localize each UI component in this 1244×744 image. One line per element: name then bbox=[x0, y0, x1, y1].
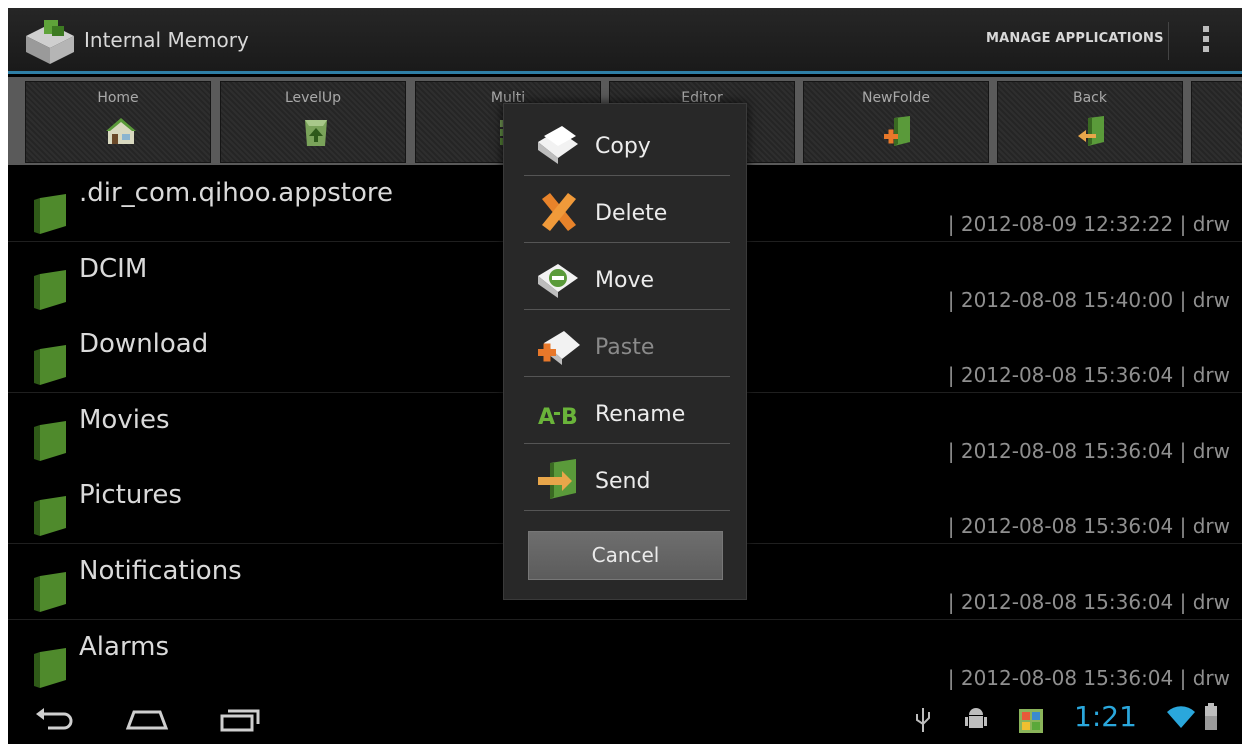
move-menu-item[interactable]: Move bbox=[524, 244, 730, 310]
delete-menu-item[interactable]: Delete bbox=[524, 177, 730, 243]
rename-menu-item[interactable]: A B Rename bbox=[524, 378, 730, 444]
cancel-button[interactable]: Cancel bbox=[528, 531, 723, 580]
copy-label: Copy bbox=[595, 134, 651, 159]
move-icon bbox=[538, 264, 578, 298]
copy-menu-item[interactable]: Copy bbox=[524, 110, 730, 176]
paste-icon bbox=[538, 331, 580, 365]
send-icon bbox=[538, 459, 576, 499]
move-label: Move bbox=[595, 268, 654, 293]
paste-menu-item[interactable]: Paste bbox=[524, 311, 730, 377]
dialog-overlay: Copy Delete Move Paste A B Rename Send C… bbox=[0, 0, 1244, 744]
delete-label: Delete bbox=[595, 201, 668, 226]
paste-label: Paste bbox=[595, 335, 655, 360]
copy-icon bbox=[538, 126, 578, 164]
send-menu-item[interactable]: Send bbox=[524, 445, 730, 511]
rename-icon: A B bbox=[538, 405, 578, 430]
svg-text:A: A bbox=[538, 405, 555, 430]
svg-text:B: B bbox=[561, 405, 578, 430]
send-label: Send bbox=[595, 469, 651, 494]
delete-icon bbox=[542, 193, 576, 231]
file-actions-dialog: Copy Delete Move Paste A B Rename Send C… bbox=[503, 103, 747, 600]
rename-label: Rename bbox=[595, 402, 686, 427]
